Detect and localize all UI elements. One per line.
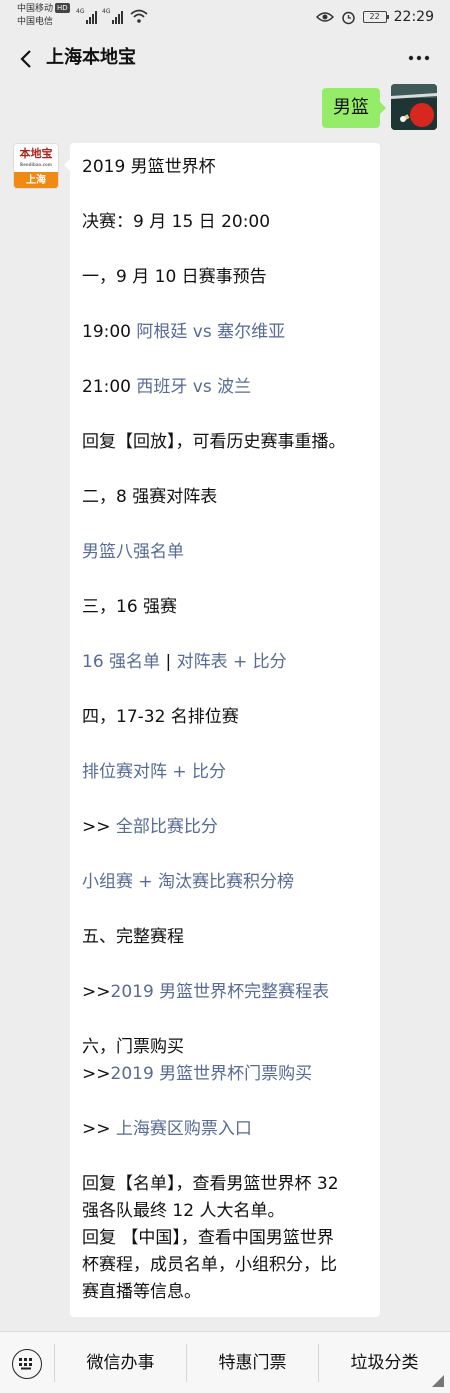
- wifi-icon: [130, 9, 148, 23]
- top8-list-link[interactable]: 男篮八强名单: [82, 539, 184, 565]
- more-icon[interactable]: [406, 48, 432, 68]
- reply-line-roster-1: 回复【名单】，查看男篮世界杯 32: [82, 1174, 339, 1194]
- tickets-link[interactable]: 2019 男篮世界杯门票购买: [111, 1064, 313, 1084]
- reply-line-section-5: 五、完整赛程: [82, 927, 184, 947]
- signal-icon-2: 4G: [102, 8, 124, 24]
- submenu-indicator: [432, 1375, 444, 1387]
- net-type-2: 4G: [102, 8, 111, 15]
- top16-list-link[interactable]: 16 强名单: [82, 652, 160, 672]
- chat-title: 上海本地宝: [46, 47, 136, 68]
- match-1-link[interactable]: 阿根廷 vs 塞尔维亚: [136, 322, 285, 342]
- logo-subtext: Bendibao.com: [20, 162, 52, 167]
- back-icon[interactable]: [16, 48, 38, 70]
- reply-line-section-3: 三，16 强赛: [82, 597, 178, 617]
- nav-bar: 上海本地宝: [0, 34, 450, 84]
- logo-top: 本地宝 Bendibao.com: [14, 144, 58, 172]
- reply-line-top16: 16 强名单 | 对阵表 + 比分: [82, 649, 287, 675]
- shanghai-tickets-prefix: >>: [82, 1119, 111, 1139]
- carrier-2: 中国电信: [17, 17, 54, 27]
- bottom-menu-bar: 微信办事 特惠门票 垃圾分类: [0, 1331, 450, 1393]
- eye-icon: [315, 12, 334, 22]
- net-type-1: 4G: [76, 8, 85, 15]
- reply-line-roster-2: 强各队最终 12 人大名单。: [82, 1201, 285, 1221]
- status-time: 22:29: [393, 9, 434, 25]
- reply-message-bubble: 2019 男篮世界杯 决赛：9 月 15 日 20:00 一，9 月 10 日赛…: [64, 143, 380, 1317]
- full-schedule-prefix: >>: [82, 982, 111, 1002]
- match-2-time: 21:00: [82, 377, 131, 397]
- official-account-avatar[interactable]: 本地宝 Bendibao.com 上海: [13, 143, 59, 189]
- reply-line-replay: 回复【回放】，可看历史赛事重播。: [82, 432, 346, 452]
- carrier-info: 中国移动 HD 中国电信: [17, 3, 70, 29]
- reply-line-title: 2019 男篮世界杯: [82, 157, 216, 177]
- reply-line-match-1: 19:00 阿根廷 vs 塞尔维亚: [82, 319, 285, 345]
- keyboard-icon[interactable]: [12, 1349, 42, 1379]
- standings-link[interactable]: 小组赛 + 淘汰赛比赛积分榜: [82, 869, 294, 895]
- full-schedule-link[interactable]: 2019 男篮世界杯完整赛程表: [111, 982, 330, 1002]
- reply-line-china-3: 赛直播等信息。: [82, 1282, 201, 1302]
- menu-item-discount-tickets[interactable]: 特惠门票: [187, 1332, 318, 1393]
- reply-line-final: 决赛：9 月 15 日 20:00: [82, 212, 271, 232]
- match-2-link[interactable]: 西班牙 vs 波兰: [136, 377, 251, 397]
- reply-line-tickets: >>2019 男篮世界杯门票购买: [82, 1061, 312, 1087]
- menu-item-wechat-services[interactable]: 微信办事: [55, 1332, 186, 1393]
- menu-item-garbage-sorting[interactable]: 垃圾分类: [319, 1332, 450, 1393]
- signal-icon-1: 4G: [76, 8, 98, 24]
- match-1-time: 19:00: [82, 322, 131, 342]
- reply-line-section-4: 四，17-32 名排位赛: [82, 707, 239, 727]
- hd-badge: HD: [55, 3, 70, 13]
- reply-line-all-scores: >> 全部比赛比分: [82, 814, 218, 840]
- reply-line-china-1: 回复 【中国】，查看中国男篮世界: [82, 1228, 334, 1248]
- all-scores-link[interactable]: 全部比赛比分: [116, 817, 218, 837]
- reply-line-match-2: 21:00 西班牙 vs 波兰: [82, 374, 251, 400]
- logo-city: 上海: [14, 172, 58, 188]
- status-bar: 中国移动 HD 中国电信 4G 4G 22 22:29: [0, 0, 450, 34]
- reply-line-full-schedule: >>2019 男篮世界杯完整赛程表: [82, 979, 329, 1005]
- reply-line-china-2: 杯赛程，成员名单，小组积分，比: [82, 1255, 337, 1275]
- top16-schedule-link[interactable]: 对阵表 + 比分: [177, 652, 287, 672]
- all-scores-prefix: >>: [82, 817, 111, 837]
- carrier-1: 中国移动: [17, 4, 54, 14]
- tickets-prefix: >>: [82, 1064, 111, 1084]
- top16-separator: |: [165, 652, 172, 672]
- reply-line-section-6: 六，门票购买: [82, 1037, 184, 1057]
- placement-link[interactable]: 排位赛对阵 + 比分: [82, 759, 226, 785]
- reply-line-shanghai-tickets: >> 上海赛区购票入口: [82, 1116, 252, 1142]
- reply-line-section-2: 二，8 强赛对阵表: [82, 487, 218, 507]
- battery-indicator: 22: [362, 11, 389, 23]
- logo-brand-text: 本地宝: [19, 147, 53, 160]
- alarm-icon: [341, 11, 355, 24]
- sent-message-bubble[interactable]: 男篮: [322, 88, 386, 128]
- shanghai-tickets-link[interactable]: 上海赛区购票入口: [116, 1119, 252, 1139]
- reply-line-section-1: 一，9 月 10 日赛事预告: [82, 267, 267, 287]
- user-avatar[interactable]: [391, 84, 437, 130]
